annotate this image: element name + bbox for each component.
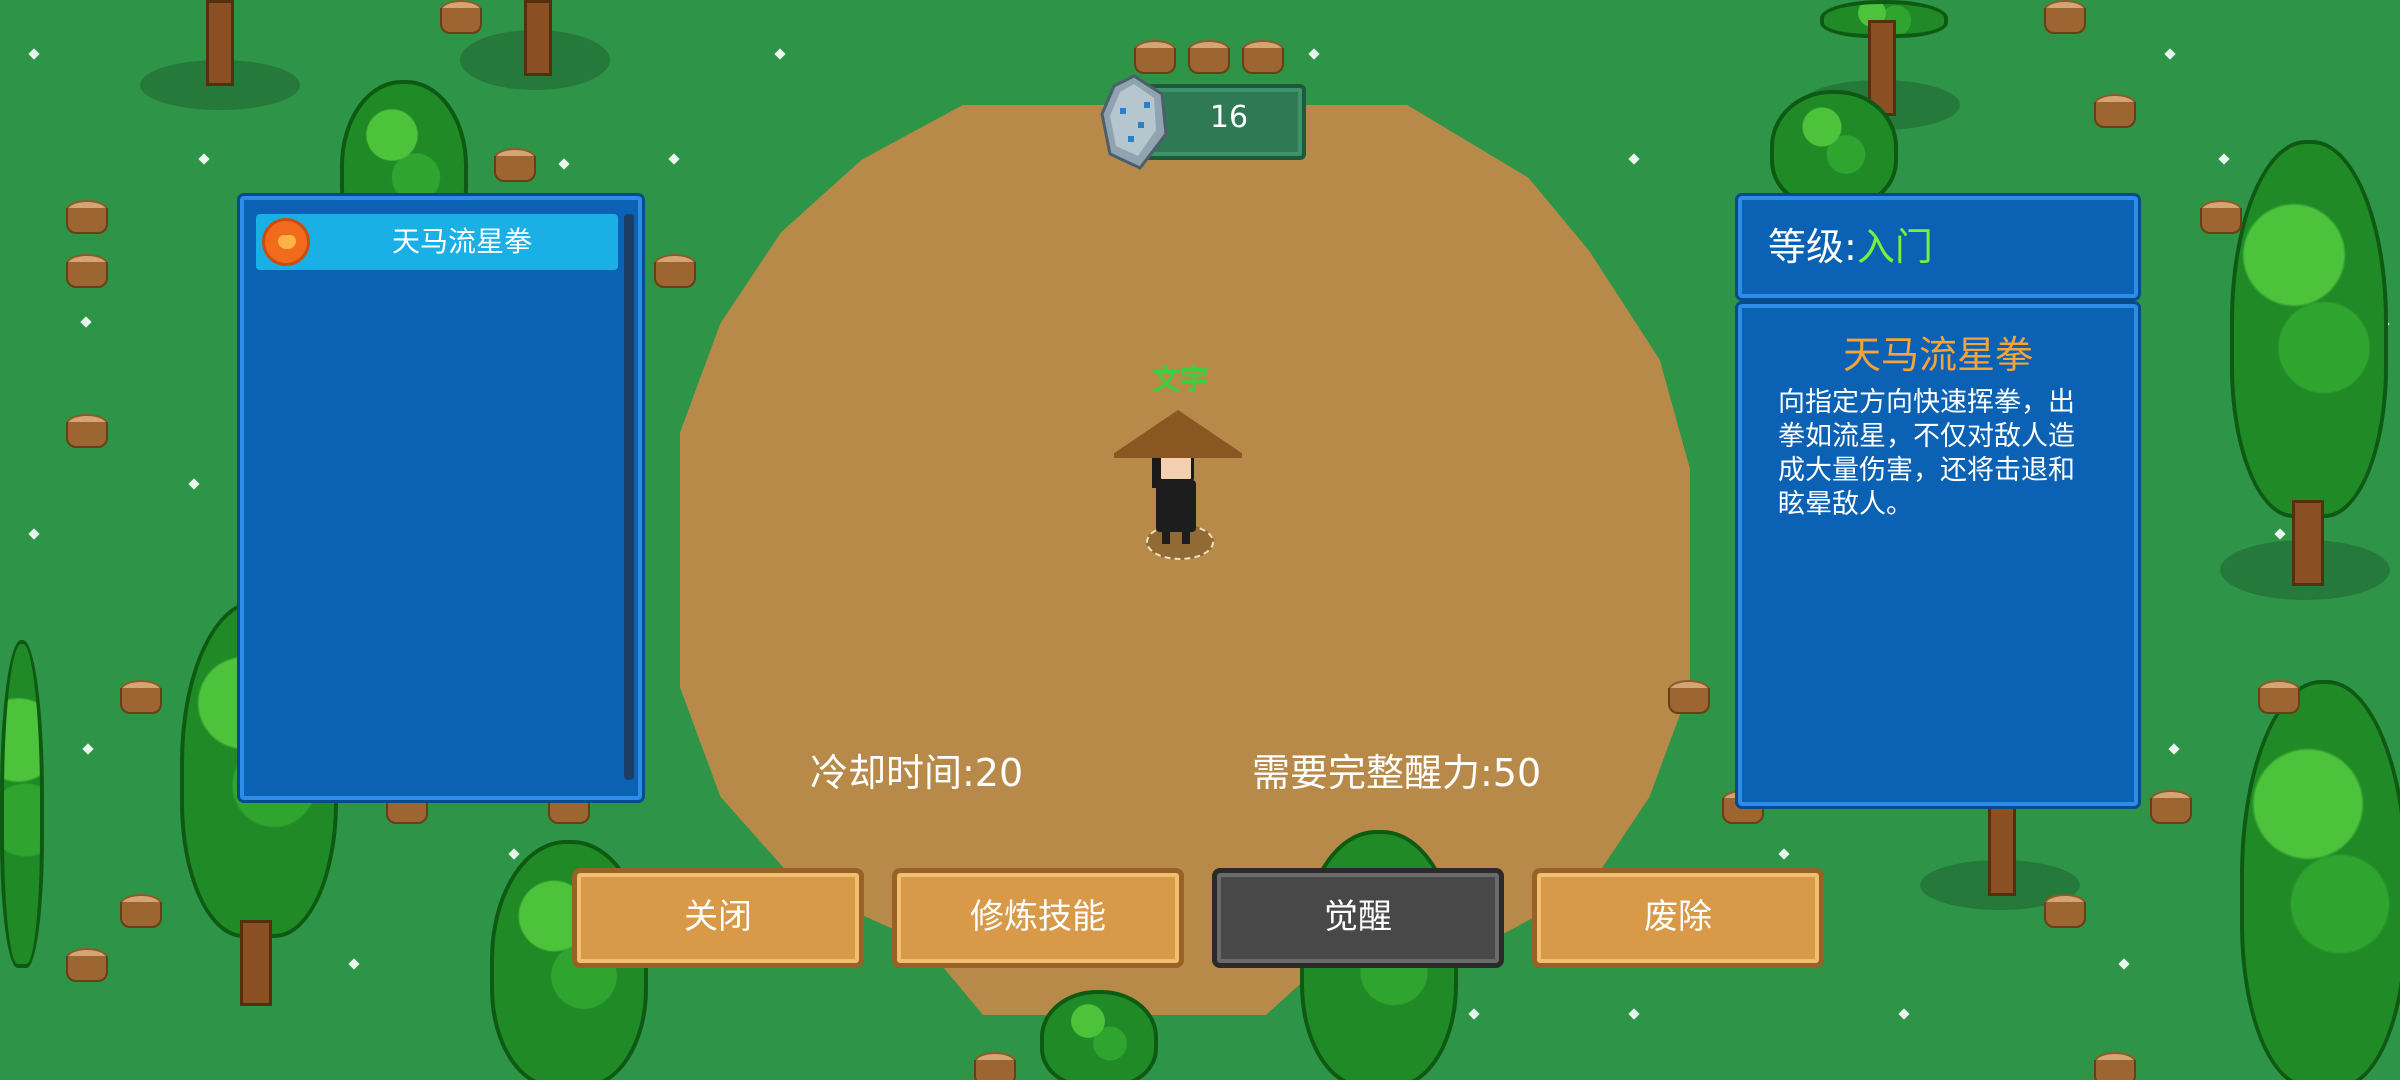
tree-stump [2040, 894, 2086, 932]
skill-level-label: 等级: [1768, 225, 1857, 269]
grass-sparkle [1628, 153, 1640, 165]
tree-stump [2040, 0, 2086, 38]
skill-list-scrollbar[interactable] [624, 214, 634, 780]
grass-sparkle [188, 478, 200, 490]
gem-count: 16 [1209, 100, 1249, 135]
grass-sparkle [198, 153, 210, 165]
grass-sparkle [558, 158, 570, 170]
awaken-button[interactable]: 觉醒 [1212, 868, 1504, 968]
grass-sparkle [1308, 48, 1320, 60]
tree [140, 0, 300, 110]
grass-sparkle [668, 153, 680, 165]
tree-stump [436, 0, 482, 38]
tree-stump [490, 148, 536, 186]
tree-stump [1664, 680, 1710, 718]
gem-counter: 16 [1100, 74, 1306, 170]
grass-sparkle [348, 958, 360, 970]
tree [460, 0, 610, 90]
tree-stump [2090, 1052, 2136, 1080]
tree-stump [970, 1052, 1016, 1080]
player-character [1110, 400, 1250, 560]
skill-detail-panel: 天马流星拳 向指定方向快速挥拳，出拳如流星，不仅对敌人造成大量伤害，还将击退和眩… [1738, 304, 2138, 806]
remove-skill-button[interactable]: 废除 [1532, 868, 1824, 968]
tree-stump [1184, 40, 1230, 78]
train-skill-button[interactable]: 修炼技能 [892, 868, 1184, 968]
grass-sparkle [774, 48, 786, 60]
grass-sparkle [1898, 1008, 1910, 1020]
tree-stump [2254, 680, 2300, 718]
tree-stump [650, 254, 696, 292]
skill-list-item-name: 天马流星拳 [391, 225, 532, 258]
grass-sparkle [2118, 958, 2130, 970]
skill-title: 天马流星拳 [1842, 333, 2033, 377]
tree-stump [2090, 94, 2136, 132]
close-button[interactable]: 关闭 [572, 868, 864, 968]
tree-stump [62, 414, 108, 452]
bamboo-hat [1114, 410, 1242, 458]
skill-level: 等级:入门 [1768, 200, 1933, 294]
grass-sparkle [2164, 48, 2176, 60]
skill-level-value: 入门 [1856, 225, 1933, 269]
tree-stump [2146, 790, 2192, 828]
tree [0, 640, 44, 968]
tree-stump [116, 894, 162, 932]
player-name: 文宇 [1151, 363, 1208, 396]
grass-sparkle [1628, 1008, 1640, 1020]
tree-stump [116, 680, 162, 718]
tree [2240, 680, 2400, 1080]
skill-list-item[interactable]: 天马流星拳 [256, 214, 618, 270]
fist-icon [262, 218, 310, 266]
tree [2220, 140, 2390, 600]
skill-list-panel: 天马流星拳 [240, 196, 642, 800]
tree [1770, 90, 1898, 210]
tree-stump [1238, 40, 1284, 78]
grass-sparkle [2218, 153, 2230, 165]
grass-sparkle [1468, 1008, 1480, 1020]
grass-sparkle [28, 528, 40, 540]
grass-sparkle [28, 48, 40, 60]
skill-description: 向指定方向快速挥拳，出拳如流星，不仅对敌人造成大量伤害，还将击退和眩晕敌人。 [1778, 387, 2075, 520]
tree-stump [62, 948, 108, 986]
skill-level-panel: 等级:入门 [1738, 196, 2138, 298]
tree-stump [1130, 40, 1176, 78]
grass-sparkle [2168, 743, 2180, 755]
tree [1040, 990, 1158, 1080]
grass-sparkle [1778, 848, 1790, 860]
skill-cooldown: 冷却时间:20 [810, 751, 1024, 795]
tree-stump [62, 200, 108, 238]
skill-requirement: 需要完整醒力:50 [1252, 751, 1542, 795]
tree-stump [62, 254, 108, 292]
tree-stump [2196, 200, 2242, 238]
grass-sparkle [82, 743, 94, 755]
grass-sparkle [80, 316, 92, 328]
gem-icon [1100, 74, 1168, 170]
